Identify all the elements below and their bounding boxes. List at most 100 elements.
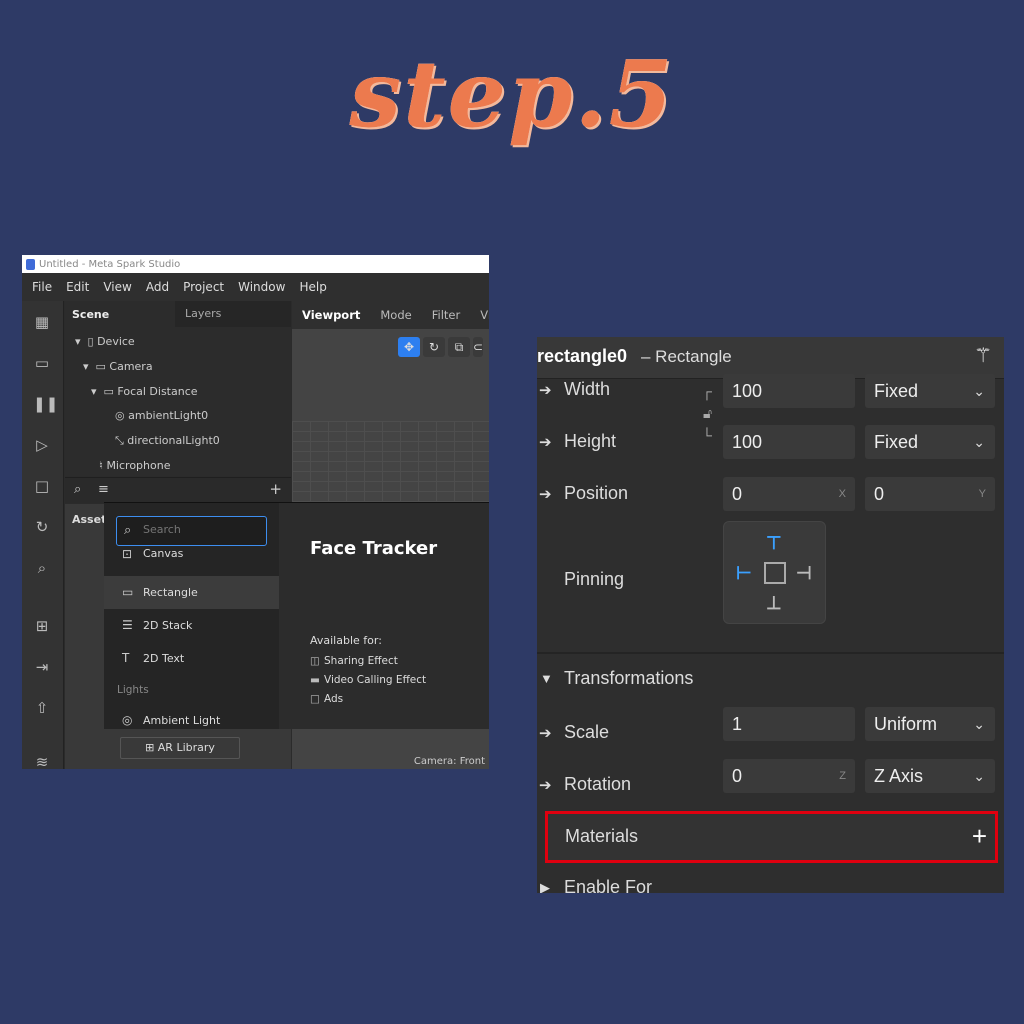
enable-for-label[interactable]: Enable For <box>564 877 652 893</box>
import-icon[interactable]: ⇥ <box>33 658 51 676</box>
refresh-icon[interactable]: ↻ <box>33 518 51 536</box>
lock-bracket-top-icon: ┌ <box>702 383 712 399</box>
width-mode-select[interactable]: Fixed ⌄ <box>865 374 995 408</box>
list-item-2d-text[interactable]: T 2D Text <box>104 642 279 675</box>
search-field[interactable]: ⌕ <box>116 516 267 546</box>
list-item-2d-stack[interactable]: ☰ 2D Stack <box>104 609 279 642</box>
tab-mode[interactable]: Mode <box>380 308 411 322</box>
tree-item-focal-distance[interactable]: ▾ ▭ Focal Distance <box>91 385 198 398</box>
menu-window[interactable]: Window <box>238 280 285 294</box>
menu-edit[interactable]: Edit <box>66 280 89 294</box>
chevron-down-icon: ⌄ <box>973 383 985 399</box>
width-input[interactable]: 100 <box>723 374 855 408</box>
rotate-tool-icon[interactable]: ↻ <box>423 337 445 357</box>
tab-scene[interactable]: Scene <box>65 308 175 321</box>
height-mode-select[interactable]: Fixed ⌄ <box>865 425 995 459</box>
search-input[interactable] <box>143 523 258 536</box>
rotation-axis-select[interactable]: Z Axis ⌄ <box>865 759 995 793</box>
app-logo-icon <box>26 258 35 270</box>
pin-bottom-icon[interactable]: ⊥ <box>766 594 782 612</box>
chevron-down-icon: ⌄ <box>973 716 985 732</box>
sharing-icon: ◫ <box>310 655 320 667</box>
pin-top-icon[interactable]: ⊤ <box>766 534 782 552</box>
chevron-down-icon: ⌄ <box>973 434 985 450</box>
position-y-input[interactable]: 0Y <box>865 477 995 511</box>
scale-input[interactable]: 1 <box>723 707 855 741</box>
tab-layers[interactable]: Layers <box>175 301 291 327</box>
keyframe-arrow-icon[interactable]: ➔ <box>539 433 552 451</box>
viewport-grid <box>292 421 489 511</box>
stack-icon: ☰ <box>122 618 133 632</box>
chevron-down-icon: ⌄ <box>973 768 985 784</box>
pinning-center-icon <box>764 562 786 584</box>
width-label: Width <box>564 379 611 399</box>
camera-label: Camera: Front <box>413 756 485 767</box>
rotation-input[interactable]: 0Z <box>723 759 855 793</box>
menu-project[interactable]: Project <box>183 280 224 294</box>
tree-item-device[interactable]: ▾ ▯ Device <box>75 335 135 348</box>
filter-icon[interactable]: ≡ <box>98 482 109 497</box>
position-x-input[interactable]: 0X <box>723 477 855 511</box>
list-item-ambient-light[interactable]: ◎ Ambient Light <box>104 704 279 737</box>
pin-left-icon[interactable]: ⊢ <box>736 564 752 582</box>
pinning-widget[interactable]: ⊤ ⊢ ⊣ ⊥ <box>723 521 826 624</box>
layout-icon[interactable]: ▦ <box>33 313 51 331</box>
height-label: Height <box>564 431 617 451</box>
menu-add[interactable]: Add <box>146 280 169 294</box>
list-item-canvas[interactable]: ⊡ Canvas <box>104 545 279 563</box>
add-icon[interactable]: + <box>269 480 282 498</box>
lock-icon[interactable]: 🔓︎ <box>703 405 712 422</box>
pin-right-icon[interactable]: ⊣ <box>796 564 812 582</box>
keyframe-arrow-icon[interactable]: ➔ <box>539 485 552 503</box>
scale-tool-icon[interactable]: ⧉ <box>448 337 470 357</box>
position-label: Position <box>564 483 629 503</box>
object-list: ⌕ ⊡Canvas ▭Rectangle ☰2D Stack T2D Text … <box>104 503 279 729</box>
keyframe-arrow-icon[interactable]: ➔ <box>539 724 552 742</box>
tree-item-microphone[interactable]: ♮ Microphone <box>99 459 170 472</box>
height-input[interactable]: 100 <box>723 425 855 459</box>
object-detail: Face Tracker Available for: ◫ Sharing Eff… <box>279 503 489 729</box>
expand-triangle-icon[interactable]: ▶ <box>540 880 550 893</box>
collapse-triangle-icon[interactable]: ▼ <box>540 671 553 686</box>
menu-file[interactable]: File <box>32 280 52 294</box>
ar-library-button[interactable]: ⊞ AR Library <box>120 737 240 759</box>
tab-filter[interactable]: Filter <box>432 308 460 322</box>
scene-footer: ⌕ ≡ + <box>65 477 291 503</box>
play-icon[interactable]: ▷ <box>33 436 51 454</box>
transformations-label[interactable]: Transformations <box>564 668 693 689</box>
search-icon: ⌕ <box>124 523 132 538</box>
list-item-rectangle[interactable]: ▭ Rectangle <box>104 576 279 609</box>
scale-mode-select[interactable]: Uniform ⌄ <box>865 707 995 741</box>
add-material-button[interactable]: + <box>972 820 987 852</box>
tree-item-camera[interactable]: ▾ ▭ Camera <box>83 360 153 373</box>
window-titlebar: Untitled - Meta Spark Studio <box>22 255 489 273</box>
pinning-label: Pinning <box>564 569 625 589</box>
more-tool-icon[interactable]: ⊂ <box>473 337 483 357</box>
search-icon[interactable]: ⌕ <box>33 559 51 577</box>
tab-viewport[interactable]: Viewport <box>302 308 360 322</box>
tab-view[interactable]: Vie <box>480 308 489 322</box>
pause-icon[interactable]: ❚❚ <box>33 395 58 413</box>
menu-help[interactable]: Help <box>299 280 326 294</box>
folder-add-icon[interactable]: ⊞ <box>33 617 51 635</box>
keyframe-arrow-icon[interactable]: ➔ <box>539 776 552 794</box>
inspector-header: rectangle0 – Rectangle ⚚ <box>537 337 1004 379</box>
keyframe-arrow-icon[interactable]: ➔ <box>539 381 552 399</box>
available-video-calling: ▬ Video Calling Effect <box>310 674 427 686</box>
video-icon[interactable]: ▭ <box>33 354 51 372</box>
rectangle-icon: ▭ <box>122 585 134 599</box>
tree-item-directionallight[interactable]: ⤡ directionalLight0 <box>115 434 220 448</box>
materials-label: Materials <box>565 826 639 846</box>
magic-wand-icon[interactable]: ⚚ <box>974 343 992 368</box>
divider <box>537 652 1004 654</box>
menubar: File Edit View Add Project Window Help <box>22 273 489 301</box>
tree-item-ambientlight[interactable]: ◎ ambientLight0 <box>115 409 208 422</box>
move-tool-icon[interactable]: ✥ <box>398 337 420 357</box>
inspector-panel: rectangle0 – Rectangle ⚚ ➔ Width ┌ 🔓︎ └ … <box>537 337 1004 893</box>
menu-view[interactable]: View <box>103 280 131 294</box>
upload-icon[interactable]: ⇧ <box>33 699 51 717</box>
settings-icon[interactable]: ≋ <box>33 753 51 769</box>
square-icon[interactable]: □ <box>33 477 51 495</box>
tool-sidebar: ▦ ▭ ❚❚ ▷ □ ↻ ⌕ ⊞ ⇥ ⇧ ≋ <box>22 301 64 769</box>
search-icon[interactable]: ⌕ <box>74 482 81 497</box>
